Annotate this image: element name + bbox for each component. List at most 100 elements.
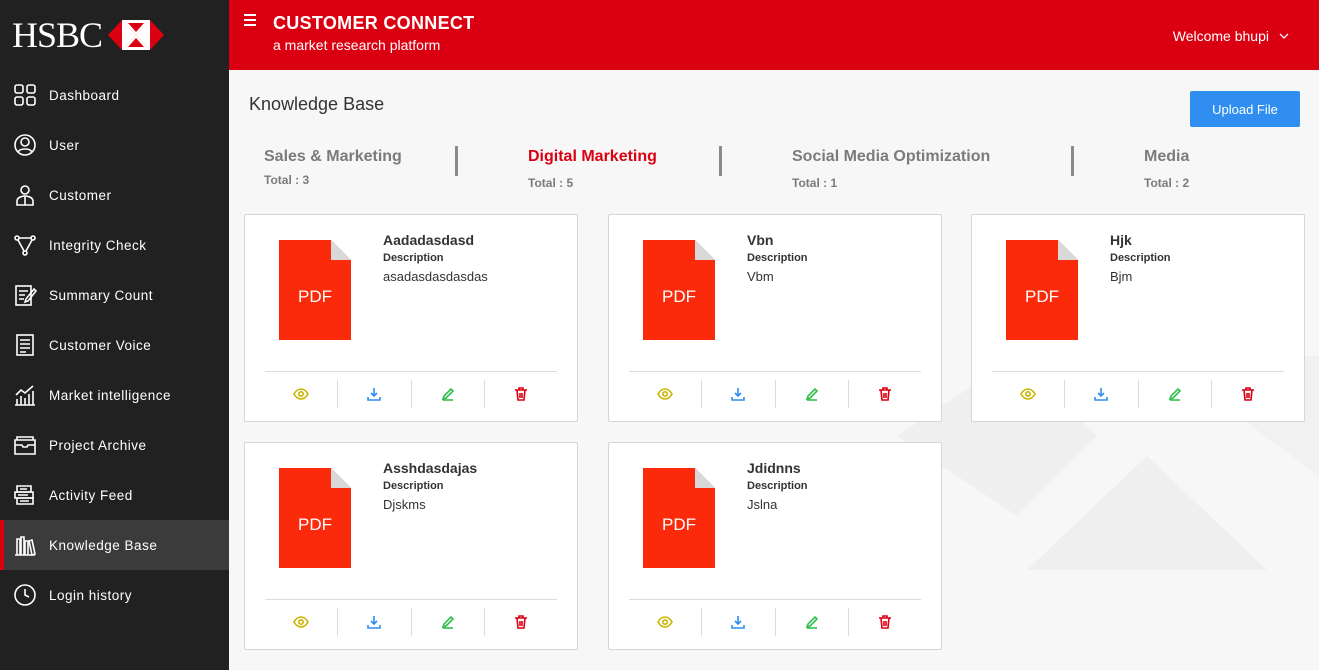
sidebar-item-label: Customer Voice: [49, 337, 152, 353]
file-title: Hjk: [1110, 232, 1132, 248]
sidebar-item-user[interactable]: User: [0, 120, 229, 170]
delete-button[interactable]: [485, 608, 557, 636]
trash-icon: [514, 387, 527, 401]
sidebar-item-dashboard[interactable]: Dashboard: [0, 70, 229, 120]
file-description: Vbm: [747, 269, 774, 284]
file-card: PDF Vbn Description Vbm: [608, 214, 942, 422]
upload-file-button[interactable]: Upload File: [1190, 91, 1300, 127]
tab-total: Total : 3: [264, 173, 310, 187]
download-icon: [731, 616, 746, 629]
tab-social-media-optimization[interactable]: Social Media Optimization Total : 1: [792, 148, 990, 190]
market-intelligence-icon: [13, 383, 37, 407]
integrity-check-icon: [13, 233, 37, 257]
sidebar-item-activity-feed[interactable]: Activity Feed: [0, 470, 229, 520]
trash-icon: [514, 615, 527, 629]
hamburger-menu-icon[interactable]: [244, 14, 256, 26]
view-button[interactable]: [629, 380, 703, 408]
logo-text: HSBC: [12, 15, 103, 55]
card-actions: [629, 380, 921, 408]
page-title: Knowledge Base: [249, 94, 385, 114]
view-button[interactable]: [629, 608, 703, 636]
tab-total: Total : 1: [792, 176, 838, 190]
sidebar-item-project-archive[interactable]: Project Archive: [0, 420, 229, 470]
sidebar-item-summary-count[interactable]: Summary Count: [0, 270, 229, 320]
file-title: Aadadasdasd: [383, 232, 475, 248]
download-button[interactable]: [1065, 380, 1139, 408]
view-button[interactable]: [265, 380, 339, 408]
activity-feed-icon: [13, 483, 37, 507]
sidebar-item-label: Summary Count: [49, 287, 154, 303]
top-header: CUSTOMER CONNECT a market research platf…: [229, 0, 1319, 70]
hsbc-logo[interactable]: HSBC: [0, 0, 229, 70]
edit-button[interactable]: [412, 380, 485, 408]
view-button[interactable]: [992, 380, 1066, 408]
pdf-file-icon: PDF: [279, 468, 351, 568]
customer-voice-icon: [13, 333, 37, 357]
file-description: Jslna: [747, 497, 778, 512]
tab-sales-marketing[interactable]: Sales & Marketing Total : 3: [264, 148, 402, 187]
view-button[interactable]: [265, 608, 339, 636]
download-icon: [367, 616, 382, 629]
card-actions: [265, 380, 557, 408]
knowledge-base-icon: [13, 533, 37, 557]
description-label: Description: [1110, 252, 1171, 264]
trash-icon: [1241, 387, 1254, 401]
delete-button[interactable]: [849, 380, 921, 408]
description-label: Description: [747, 252, 808, 264]
pdf-file-icon: PDF: [279, 240, 351, 340]
chevron-down-icon: [1279, 33, 1289, 39]
edit-button[interactable]: [412, 608, 485, 636]
sidebar-item-login-history[interactable]: Login history: [0, 570, 229, 620]
pencil-icon: [805, 387, 818, 401]
sidebar-item-label: User: [49, 137, 80, 153]
download-button[interactable]: [338, 380, 412, 408]
sidebar-item-integrity-check[interactable]: Integrity Check: [0, 220, 229, 270]
hsbc-hexagon-icon: [108, 20, 165, 50]
description-label: Description: [383, 480, 444, 492]
tab-name: Social Media Optimization: [792, 148, 991, 165]
file-card: PDF Hjk Description Bjm: [971, 214, 1305, 422]
sidebar-nav: Dashboard User Customer Integrity Check …: [0, 70, 229, 620]
edit-button[interactable]: [776, 380, 849, 408]
edit-button[interactable]: [1139, 380, 1212, 408]
download-icon: [1094, 388, 1109, 401]
delete-button[interactable]: [849, 608, 921, 636]
sidebar-item-customer[interactable]: Customer: [0, 170, 229, 220]
download-button[interactable]: [702, 608, 776, 636]
sidebar-item-label: Project Archive: [49, 437, 147, 453]
pdf-file-icon: PDF: [643, 468, 715, 568]
tab-digital-marketing[interactable]: Digital Marketing Total : 5: [528, 148, 657, 190]
tab-name: Digital Marketing: [528, 148, 657, 165]
delete-button[interactable]: [1212, 380, 1284, 408]
pdf-label: PDF: [298, 287, 332, 306]
pdf-file-icon: PDF: [643, 240, 715, 340]
download-button[interactable]: [338, 608, 412, 636]
tab-separator: [455, 146, 458, 176]
tab-separator: [719, 146, 722, 176]
edit-button[interactable]: [776, 608, 849, 636]
delete-button[interactable]: [485, 380, 557, 408]
eye-icon: [1020, 388, 1037, 400]
dashboard-icon: [13, 83, 37, 107]
sidebar-item-market-intelligence[interactable]: Market intelligence: [0, 370, 229, 420]
file-title: Asshdasdajas: [383, 460, 478, 476]
main-content: Knowledge Base Upload File Sales & Marke…: [229, 70, 1319, 670]
card-actions: [992, 380, 1284, 408]
sidebar-item-knowledge-base[interactable]: Knowledge Base: [0, 520, 229, 570]
sidebar-item-customer-voice[interactable]: Customer Voice: [0, 320, 229, 370]
card-divider: [629, 371, 921, 372]
tab-media[interactable]: Media Total : 2: [1144, 148, 1189, 190]
pencil-icon: [441, 387, 454, 401]
pdf-label: PDF: [298, 515, 332, 534]
user-menu[interactable]: Welcome bhupi: [1173, 28, 1289, 44]
trash-icon: [878, 387, 891, 401]
pdf-label: PDF: [662, 515, 696, 534]
download-button[interactable]: [702, 380, 776, 408]
file-description: asadasdasdasdas: [383, 269, 488, 284]
download-icon: [731, 388, 746, 401]
description-label: Description: [747, 480, 808, 492]
eye-icon: [657, 616, 674, 628]
pencil-icon: [1168, 387, 1181, 401]
tab-name: Sales & Marketing: [264, 148, 402, 165]
tab-total: Total : 2: [1144, 176, 1190, 190]
